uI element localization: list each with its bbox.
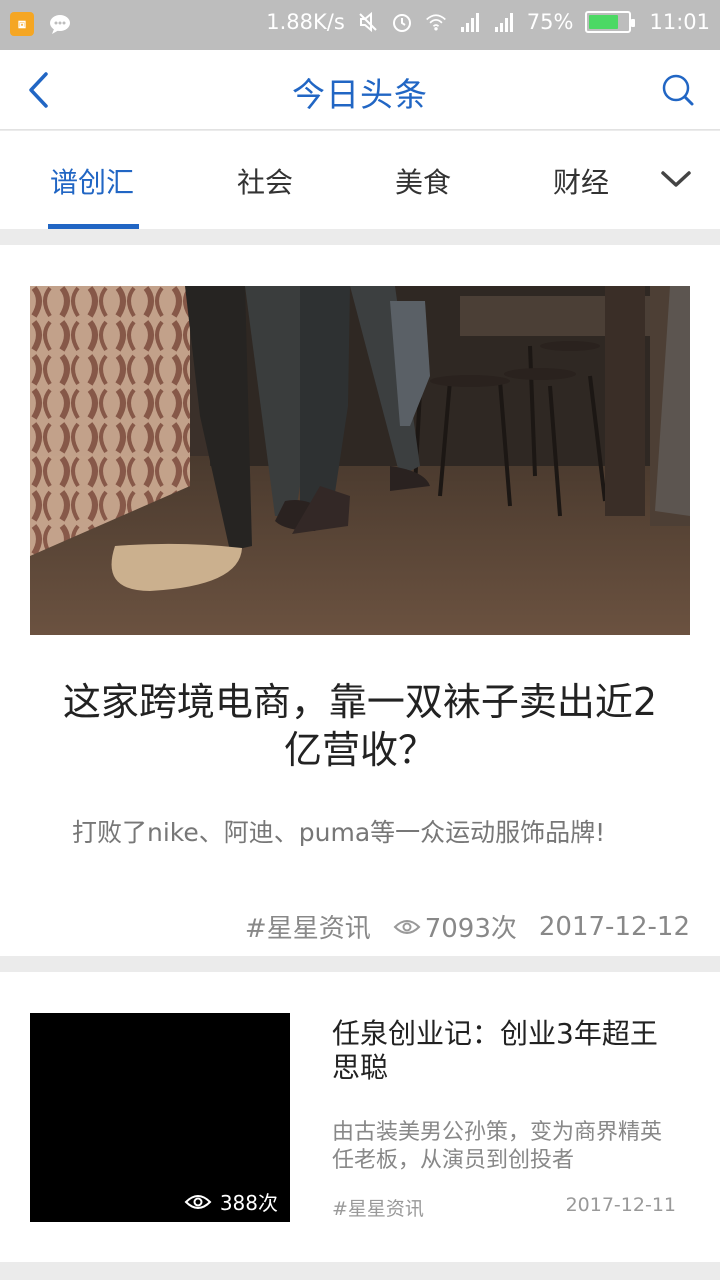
article-meta: #星星资讯 7093次 2017-12-12	[245, 908, 690, 945]
article-views: 7093次	[424, 914, 517, 944]
article-views: 388次	[219, 1191, 278, 1215]
article-title[interactable]: 任泉创业记：创业3年超王思聪	[332, 1017, 682, 1085]
category-tabs: 谱创汇 社会 美食 财经	[0, 131, 720, 229]
clock: 11:01	[649, 10, 710, 34]
message-icon	[48, 12, 74, 36]
alarm-icon	[391, 11, 413, 33]
thumbnail-views: 388次	[184, 1187, 278, 1216]
eye-icon	[393, 918, 421, 936]
tab-finance[interactable]: 财经	[553, 161, 609, 201]
active-tab-indicator	[48, 224, 139, 229]
battery-icon	[585, 11, 636, 33]
article-date: 2017-12-11	[565, 1194, 676, 1216]
article-source[interactable]: #星星资讯	[245, 908, 371, 945]
article-card-featured[interactable]: 这家跨境电商，靠一双袜子卖出近2亿营收？ 打败了nike、阿迪、puma等一众运…	[0, 245, 720, 956]
more-tabs-button[interactable]	[658, 161, 694, 197]
article-cover-image[interactable]	[30, 286, 690, 635]
mute-icon	[357, 11, 379, 33]
status-bar: ⧈ 1.88K/s 75% 11:01	[0, 0, 720, 50]
article-date: 2017-12-12	[538, 911, 690, 942]
article-summary: 打败了nike、阿迪、puma等一众运动服饰品牌!	[72, 818, 606, 847]
signal-icon-2	[493, 11, 515, 33]
page-title: 今日头条	[292, 75, 428, 114]
article-title[interactable]: 这家跨境电商，靠一双袜子卖出近2亿营收？	[60, 678, 660, 774]
article-summary: 由古装美男公孙策，变为商界精英任老板，从演员到创投者	[332, 1120, 663, 1173]
article-card[interactable]: 388次 任泉创业记：创业3年超王思聪 由古装美男公孙策，变为商界精英任老板，从…	[0, 972, 720, 1262]
wifi-icon	[425, 11, 447, 33]
battery-percent: 75%	[526, 10, 574, 34]
chevron-down-icon	[661, 171, 691, 187]
search-button[interactable]	[658, 70, 698, 110]
tab-food[interactable]: 美食	[395, 161, 451, 201]
signal-icon	[459, 11, 481, 33]
tab-society[interactable]: 社会	[237, 161, 293, 201]
app-notification-icon: ⧈	[10, 12, 34, 36]
article-source[interactable]: #星星资讯	[332, 1194, 424, 1221]
tab-puchuanghui[interactable]: 谱创汇	[50, 161, 134, 201]
eye-icon	[184, 1193, 212, 1211]
app-header: 今日头条	[0, 50, 720, 130]
network-speed: 1.88K/s	[266, 10, 345, 34]
search-icon	[662, 74, 694, 106]
article-thumbnail[interactable]: 388次	[30, 1013, 290, 1222]
